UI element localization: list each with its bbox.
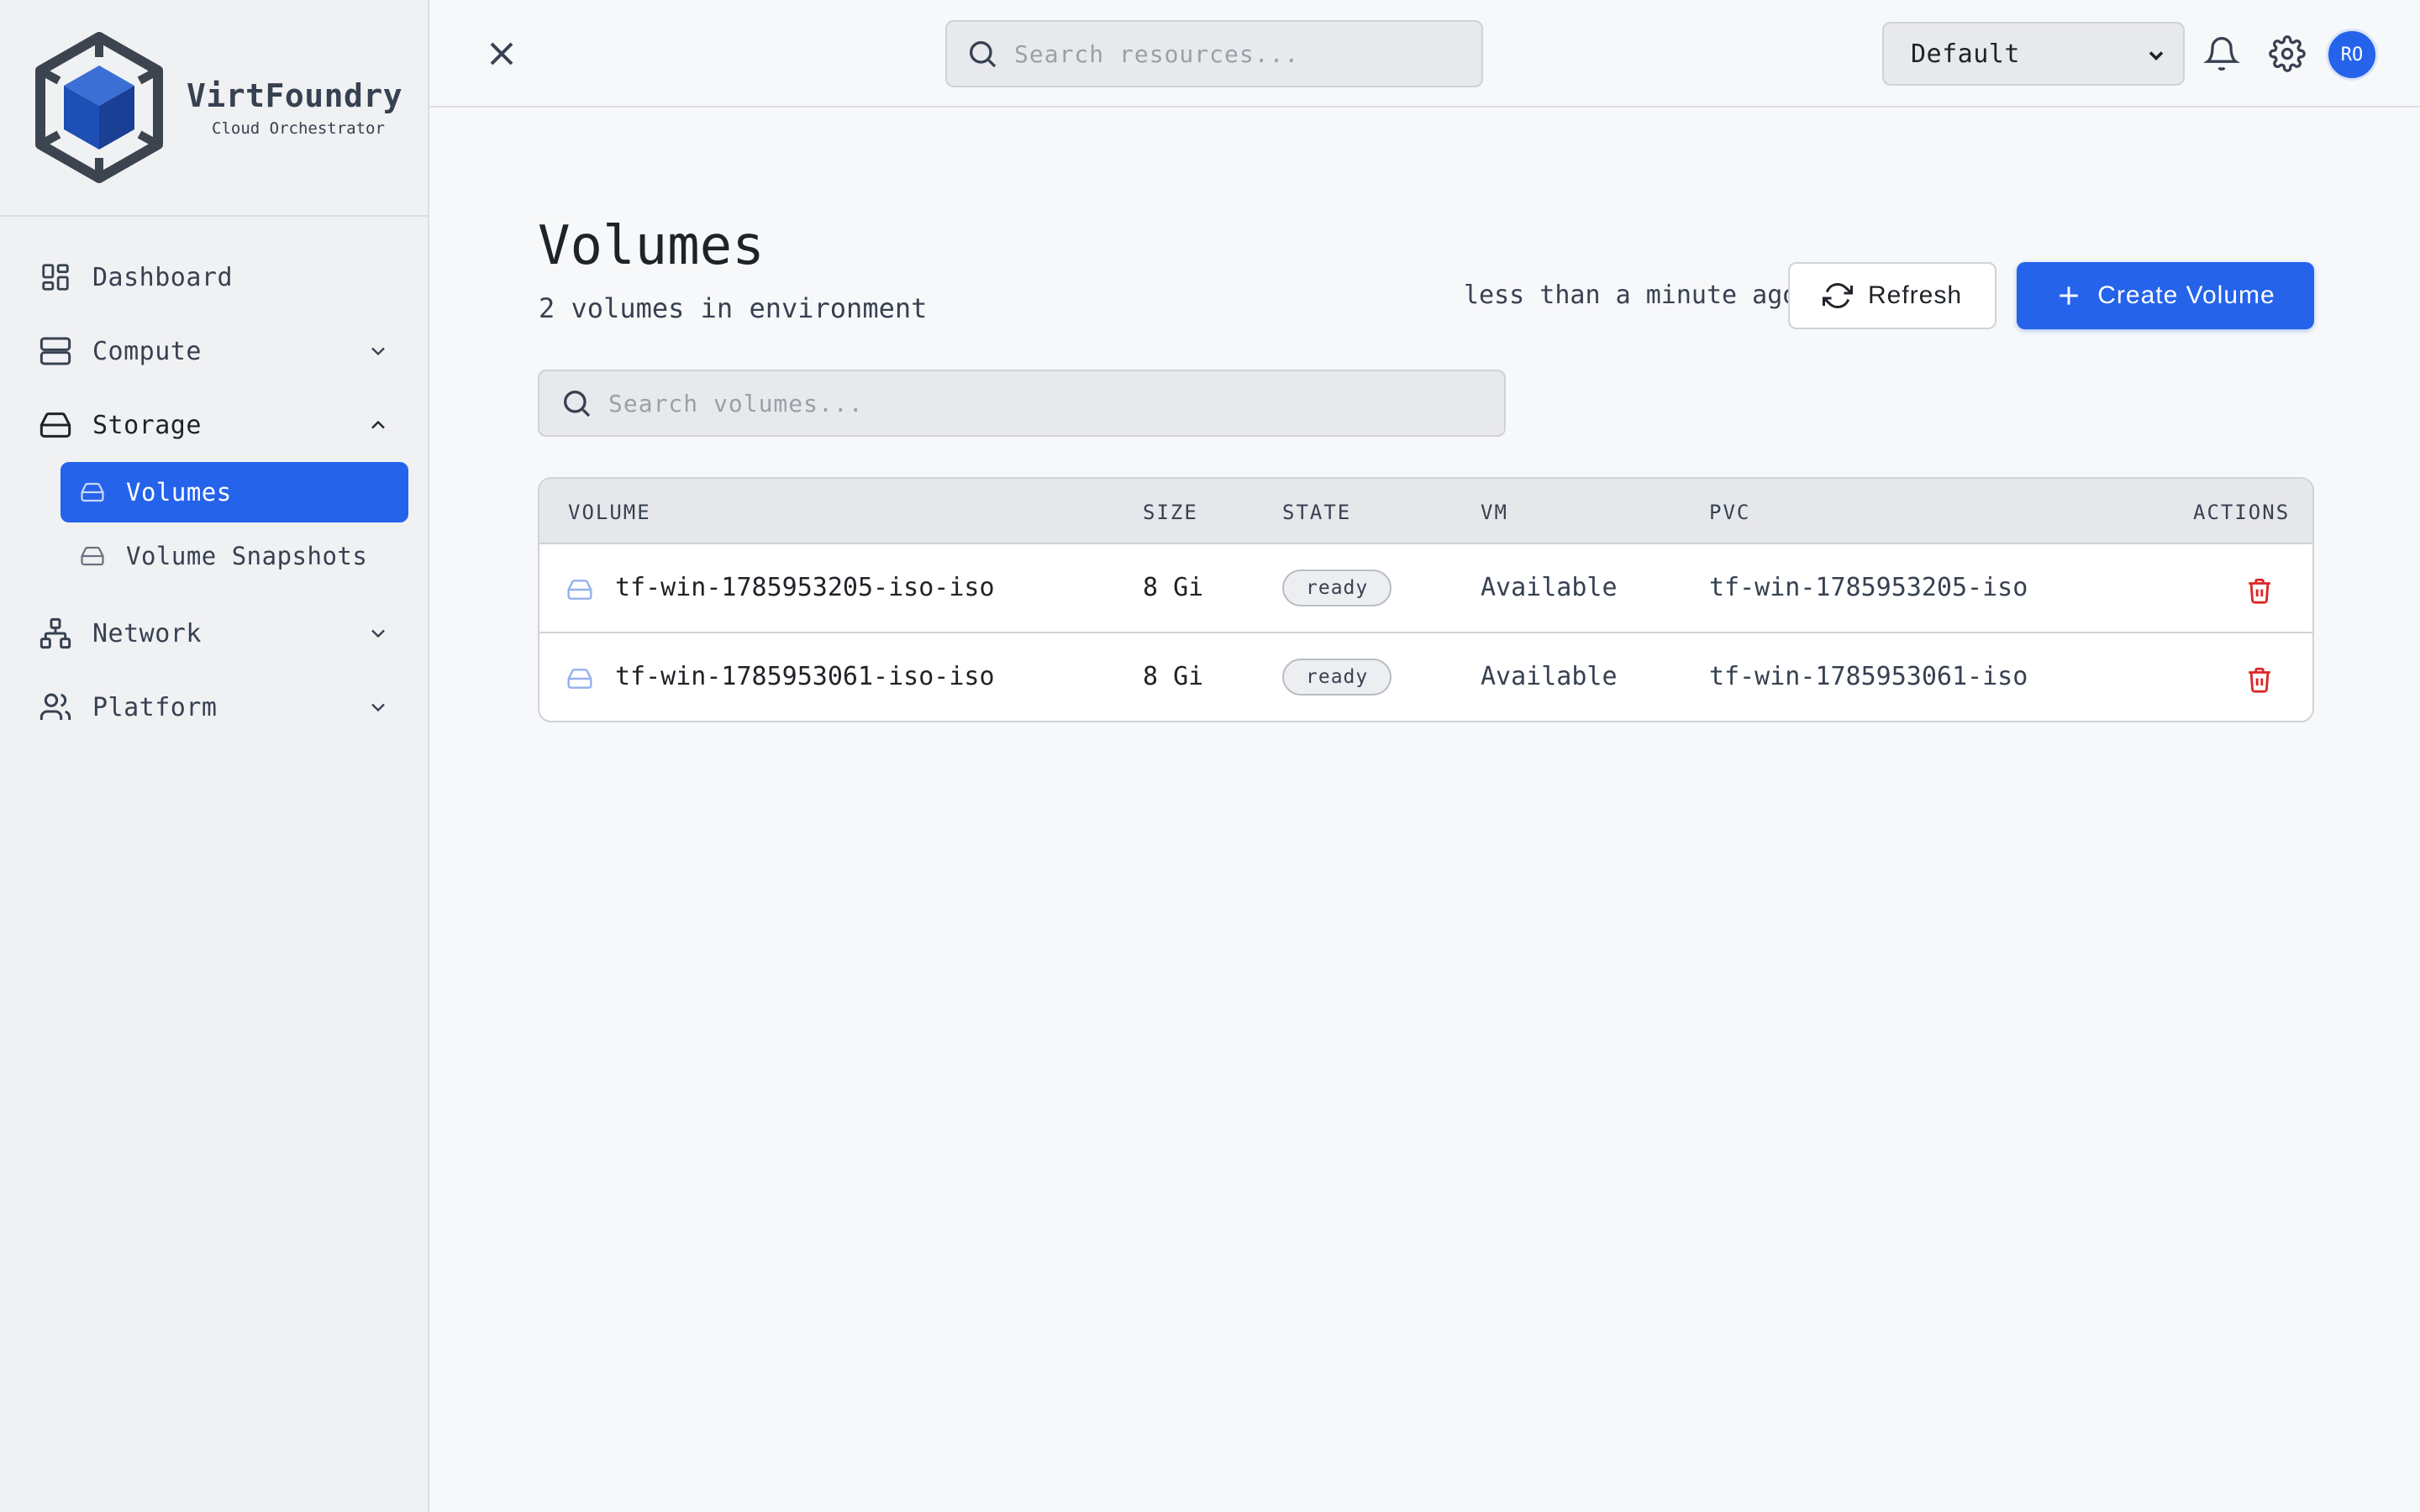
sidebar-item-storage[interactable]: Storage	[37, 402, 398, 449]
column-header-state[interactable]: STATE	[1282, 501, 1351, 524]
sidebar-item-compute[interactable]: Compute	[37, 328, 398, 375]
drive-icon	[567, 669, 592, 689]
volume-name[interactable]: tf-win-1785953061-iso-iso	[615, 662, 995, 691]
sidebar-item-volumes[interactable]: Volumes	[60, 462, 408, 522]
volume-name[interactable]: tf-win-1785953205-iso-iso	[615, 573, 995, 602]
chevron-down-icon	[2149, 51, 2164, 60]
table-header: VOLUME SIZE STATE VM PVC ACTIONS	[539, 479, 2312, 544]
drive-icon	[37, 407, 74, 444]
users-icon	[37, 689, 74, 726]
logo-hexagon-cube-icon	[35, 32, 163, 183]
sidebar-item-platform[interactable]: Platform	[37, 684, 398, 731]
volume-vm: Available	[1481, 662, 1618, 691]
sidebar-item-network[interactable]: Network	[37, 610, 398, 657]
create-volume-button[interactable]: Create Volume	[2017, 262, 2314, 329]
sidebar-item-label: Platform	[92, 692, 218, 722]
avatar[interactable]: RO	[2326, 29, 2378, 81]
close-icon[interactable]	[481, 34, 522, 74]
drive-icon	[79, 543, 106, 570]
environment-select[interactable]: Default	[1882, 22, 2185, 86]
search-icon	[970, 41, 997, 68]
gear-icon[interactable]	[2269, 35, 2306, 72]
volume-vm: Available	[1481, 573, 1618, 602]
trash-icon[interactable]	[2245, 665, 2274, 694]
volumes-table: VOLUME SIZE STATE VM PVC ACTIONS tf-win-…	[538, 477, 2314, 722]
column-header-volume[interactable]: VOLUME	[568, 501, 651, 524]
sidebar-item-label: Compute	[92, 336, 202, 366]
column-header-vm[interactable]: VM	[1481, 501, 1508, 524]
chevron-down-icon[interactable]	[366, 696, 390, 719]
chevron-up-icon[interactable]	[366, 413, 390, 437]
brand-name: VirtFoundry	[187, 77, 403, 114]
column-header-size[interactable]: SIZE	[1143, 501, 1198, 524]
sidebar-item-dashboard[interactable]: Dashboard	[37, 254, 398, 301]
volume-pvc: tf-win-1785953061-iso	[1709, 662, 2028, 691]
sidebar-item-label: Dashboard	[92, 262, 234, 292]
brand-subtitle: Cloud Orchestrator	[212, 119, 385, 138]
table-row[interactable]: tf-win-1785953205-iso-iso 8 Gi ready Ava…	[539, 546, 2312, 633]
volume-search[interactable]	[538, 370, 1506, 437]
refresh-icon	[1822, 283, 1853, 308]
global-search[interactable]	[945, 20, 1483, 87]
sidebar-item-label: Volumes	[126, 478, 232, 507]
column-header-actions: ACTIONS	[2193, 501, 2291, 524]
drive-icon	[79, 479, 106, 506]
chevron-down-icon[interactable]	[366, 622, 390, 645]
sidebar-item-label: Network	[92, 618, 202, 648]
last-updated-text: less than a minute ago	[1464, 281, 1798, 310]
volume-pvc: tf-win-1785953205-iso	[1709, 573, 2028, 602]
volume-size: 8 Gi	[1143, 662, 1204, 691]
status-badge: ready	[1282, 570, 1392, 606]
plus-icon	[2060, 286, 2078, 305]
trash-icon[interactable]	[2245, 576, 2274, 605]
chevron-down-icon[interactable]	[366, 339, 390, 363]
brand-header: VirtFoundry Cloud Orchestrator	[0, 0, 428, 217]
refresh-button-label: Refresh	[1867, 281, 1963, 309]
environment-select-value: Default	[1911, 39, 2020, 69]
page-subtitle: 2 volumes in environment	[539, 292, 928, 324]
sidebar-item-label: Volume Snapshots	[126, 542, 368, 570]
page-title: Volumes	[538, 215, 765, 277]
global-search-input[interactable]	[1014, 39, 1481, 68]
bell-icon[interactable]	[2203, 35, 2240, 72]
refresh-button[interactable]: Refresh	[1788, 262, 1996, 329]
sidebar-item-label: Storage	[92, 410, 202, 440]
status-badge: ready	[1282, 659, 1392, 696]
volume-size: 8 Gi	[1143, 573, 1204, 602]
sidebar: VirtFoundry Cloud Orchestrator Dashboard…	[0, 0, 429, 1512]
search-icon	[564, 391, 591, 417]
create-volume-button-label: Create Volume	[2097, 281, 2275, 309]
dashboard-grid-icon	[37, 259, 74, 296]
table-row[interactable]: tf-win-1785953061-iso-iso 8 Gi ready Ava…	[539, 635, 2312, 721]
network-icon	[37, 615, 74, 652]
drive-icon	[567, 580, 592, 600]
volume-search-input[interactable]	[608, 389, 1504, 417]
column-header-pvc[interactable]: PVC	[1709, 501, 1750, 524]
topbar: Default RO	[429, 0, 2420, 108]
sidebar-item-volume-snapshots[interactable]: Volume Snapshots	[60, 526, 408, 586]
server-icon	[37, 333, 74, 370]
app-root: VirtFoundry Cloud Orchestrator Dashboard…	[0, 0, 2420, 1512]
